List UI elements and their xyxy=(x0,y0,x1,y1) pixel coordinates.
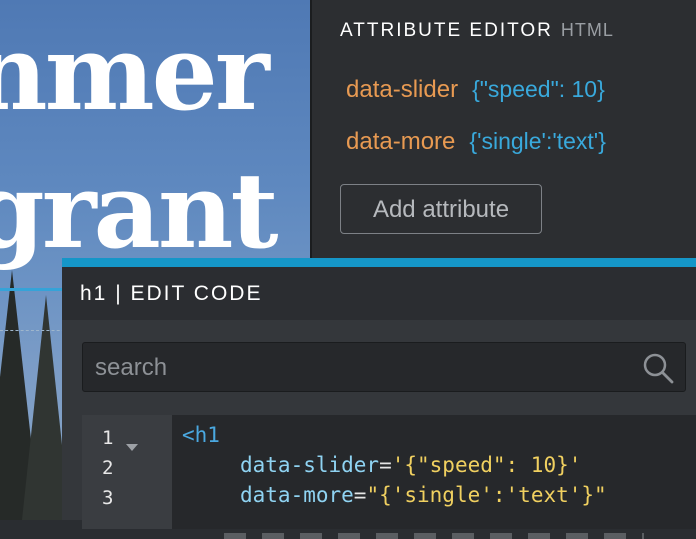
attribute-name[interactable]: data-slider xyxy=(346,76,458,103)
edit-code-title: h1 | EDIT CODE xyxy=(80,282,263,305)
code-operator: = xyxy=(379,453,392,477)
code-string: '{"speed": 10}' xyxy=(391,453,582,477)
line-number: 3 xyxy=(102,487,114,509)
code-line[interactable]: data-more="{'single':'text'}" xyxy=(240,483,607,507)
attribute-editor-title: ATTRIBUTE EDITOR xyxy=(340,20,553,41)
code-tag: <h1 xyxy=(182,423,220,447)
attribute-editor-mode[interactable]: HTML xyxy=(561,20,614,40)
attribute-row[interactable]: data-more {'single':'text'} xyxy=(346,128,606,156)
search-input[interactable] xyxy=(93,343,637,392)
add-attribute-button[interactable]: Add attribute xyxy=(340,184,542,234)
attribute-editor-panel: ATTRIBUTE EDITOR HTML data-slider {"speed"… xyxy=(310,0,696,262)
selection-guide xyxy=(0,330,70,331)
search-field[interactable] xyxy=(82,342,686,392)
attribute-row[interactable]: data-slider {"speed": 10} xyxy=(346,76,605,104)
code-line[interactable]: <h1 xyxy=(182,423,220,447)
attribute-name[interactable]: data-more xyxy=(346,128,455,155)
attribute-value[interactable]: {"speed": 10} xyxy=(472,76,605,102)
edit-code-header: h1 | EDIT CODE xyxy=(62,267,696,320)
code-string: "{'single':'text'}" xyxy=(366,483,607,507)
code-line[interactable]: data-slider='{"speed": 10}' xyxy=(240,453,581,477)
attribute-value[interactable]: {'single':'text'} xyxy=(469,128,605,154)
code-attribute: data-slider xyxy=(240,453,380,477)
preview-heading[interactable]: nmer grant xyxy=(0,4,279,280)
edit-code-panel: h1 | EDIT CODE 1 2 3 <h1 data-slider='{"… xyxy=(62,258,696,539)
selection-outline xyxy=(0,288,70,291)
attribute-editor-header: ATTRIBUTE EDITOR HTML xyxy=(340,20,614,42)
search-icon[interactable] xyxy=(641,351,675,385)
code-editor[interactable]: 1 2 3 <h1 data-slider='{"speed": 10}' da… xyxy=(82,415,696,539)
fold-arrow-icon[interactable] xyxy=(126,444,138,451)
preview-heading-line: nmer xyxy=(0,11,270,134)
code-attribute: data-more xyxy=(240,483,354,507)
code-operator: = xyxy=(353,483,367,507)
preview-heading-line: grant xyxy=(0,149,279,272)
line-number-gutter: 1 2 3 xyxy=(82,415,172,529)
line-number: 2 xyxy=(102,457,114,479)
partially-visible-code-line xyxy=(224,533,644,539)
